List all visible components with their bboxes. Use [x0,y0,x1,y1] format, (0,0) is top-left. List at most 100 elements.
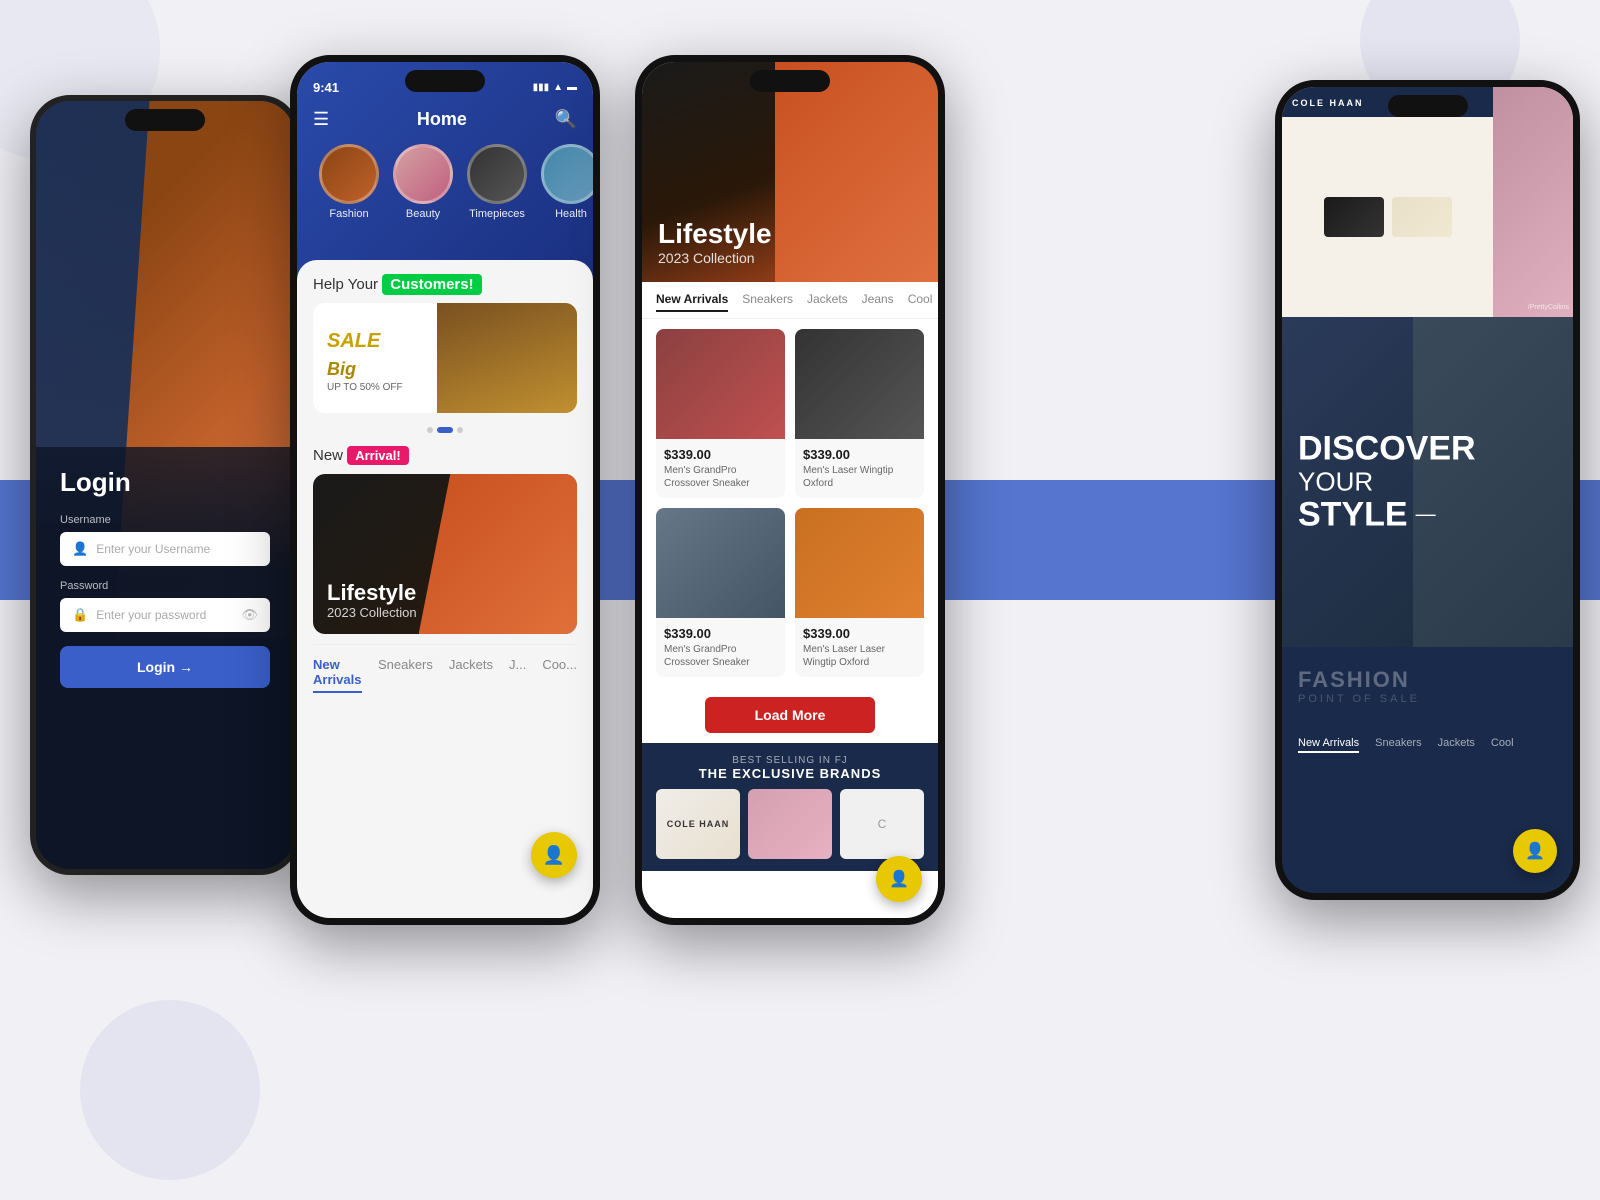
phone4-fab[interactable]: 👤 [1513,829,1557,873]
cole-haan-label: COLE HAAN [667,819,730,829]
product-img-watch [795,329,924,439]
fashion-pos-section: FASHION POINT OF SALE [1282,647,1573,725]
black-shoe [1324,197,1384,237]
shop-tab-new-arrivals[interactable]: New Arrivals [656,292,728,312]
product-name-4: Men's Laser Laser Wingtip Oxford [803,643,916,669]
carousel-dots [313,427,577,433]
p4-tab-sneakers[interactable]: Sneakers [1375,737,1421,753]
shoes-display [1282,117,1493,317]
p4-tab-cool[interactable]: Cool [1491,737,1514,753]
lifestyle-banner[interactable]: Lifestyle 2023 Collection [313,474,577,634]
load-more-button[interactable]: Load More [705,697,876,733]
home-header: 9:41 ▮▮▮ ▲ ▬ ☰ Home 🔍 Fashion [297,62,593,280]
discover-dash: — [1416,503,1436,526]
shop-tab-cool[interactable]: Cool [908,292,933,312]
arrival-tag: Arrival! [347,446,409,465]
wifi-icon: ▲ [553,82,563,93]
cole-haan-banner: COLE HAAN /PrettyCollins [1282,87,1573,317]
tab-sneakers[interactable]: Sneakers [378,657,433,693]
product-img-sunglasses [656,508,785,618]
health-avatar [541,144,593,204]
fashion-avatar [319,144,379,204]
password-label: Password [60,580,270,592]
fab4-icon: 👤 [1525,841,1545,861]
timepieces-avatar [467,144,527,204]
fab-icon: 👤 [543,845,565,866]
dot-2[interactable] [437,427,453,433]
product-card-4[interactable]: $339.00 Men's Laser Laser Wingtip Oxford [795,508,924,677]
product-name-1: Men's GrandPro Crossover Sneaker [664,464,777,490]
product-card-2[interactable]: $339.00 Men's Laser Wingtip Oxford [795,329,924,498]
p4-tab-new-arrivals[interactable]: New Arrivals [1298,737,1359,753]
discover-line2: YOUR [1298,468,1476,497]
phone3-shop: Lifestyle 2023 Collection New Arrivals S… [635,55,945,925]
product-info-2: $339.00 Men's Laser Wingtip Oxford [795,439,924,498]
category-health[interactable]: Health [541,144,593,220]
product-price-1: $339.00 [664,447,777,462]
dot-1[interactable] [427,427,433,433]
home-body: Help Your Customers! SALE Big UP TO 50% … [297,260,593,717]
tab-jeans[interactable]: J... [509,657,526,693]
username-input[interactable]: Enter your Username [96,542,258,556]
right-col-image: /PrettyCollins [1493,87,1573,317]
lifestyle-image [419,474,577,634]
load-more-wrap: Load More [642,687,938,743]
tab-cool[interactable]: Coo... [542,657,577,693]
password-input-wrap[interactable]: 🔒 Enter your password 👁 [60,598,270,632]
category-timepieces[interactable]: Timepieces [467,144,527,220]
pos-subtitle: POINT OF SALE [1298,693,1557,705]
product-card-1[interactable]: $339.00 Men's GrandPro Crossover Sneaker [656,329,785,498]
sale-banner[interactable]: SALE Big UP TO 50% OFF [313,303,577,413]
brand-more[interactable]: C [840,789,924,859]
pretty-collins-label: /PrettyCollins [1528,304,1569,311]
phone2-home: 9:41 ▮▮▮ ▲ ▬ ☰ Home 🔍 Fashion [290,55,600,925]
product-card-3[interactable]: $339.00 Men's GrandPro Crossover Sneaker [656,508,785,677]
health-label: Health [555,208,587,220]
brand-more-label: C [878,817,887,831]
phone1-login: Login Username 👤 Enter your Username Pas… [30,95,300,875]
brands-section: Best Selling in FJ The Exclusive Brands … [642,743,938,871]
product-img-hoodie2 [795,508,924,618]
brand-pretty[interactable] [748,789,832,859]
fab-button[interactable]: 👤 [531,832,577,878]
phone1-notch [125,109,205,131]
product-info-4: $339.00 Men's Laser Laser Wingtip Oxford [795,618,924,677]
fashion-label: Fashion [329,208,368,220]
bg-decoration-bl [80,1000,260,1180]
status-time: 9:41 [313,80,339,95]
menu-icon[interactable]: ☰ [313,109,329,130]
product-info-3: $339.00 Men's GrandPro Crossover Sneaker [656,618,785,677]
tab-new-arrivals[interactable]: New Arrivals [313,657,362,693]
battery-icon: ▬ [567,82,577,93]
phone4-tabs: New Arrivals Sneakers Jackets Cool [1282,725,1573,753]
shop-hero: Lifestyle 2023 Collection [642,62,938,282]
search-icon[interactable]: 🔍 [555,109,577,130]
discover-line1: DISCOVER [1298,430,1476,467]
timepieces-label: Timepieces [469,208,525,220]
shop-tab-sneakers[interactable]: Sneakers [742,292,793,312]
brands-subtitle: Best Selling in FJ [656,755,924,766]
username-label: Username [60,514,270,526]
dot-3[interactable] [457,427,463,433]
sale-text-area: SALE Big UP TO 50% OFF [313,303,437,413]
username-input-wrap[interactable]: 👤 Enter your Username [60,532,270,566]
login-button[interactable]: Login → [60,646,270,688]
category-fashion[interactable]: Fashion [319,144,379,220]
p4-tab-jackets[interactable]: Jackets [1438,737,1475,753]
shoe-section: COLE HAAN [1282,87,1493,317]
lifestyle-title: Lifestyle [327,581,417,605]
category-beauty[interactable]: Beauty [393,144,453,220]
tab-jackets[interactable]: Jackets [449,657,493,693]
nav-title: Home [417,109,467,130]
discover-section: DISCOVER YOUR STYLE — [1282,317,1573,647]
discover-line3-row: STYLE — [1298,496,1476,533]
password-input[interactable]: Enter your password [96,608,241,622]
phone3-notch [750,70,830,92]
shop-tab-jackets[interactable]: Jackets [807,292,848,312]
lifestyle-subtitle: 2023 Collection [327,605,417,620]
product-img-hoodie [656,329,785,439]
hero-text: Lifestyle 2023 Collection [658,219,772,266]
shop-tab-jeans[interactable]: Jeans [862,292,894,312]
phone3-fab[interactable]: 👤 [876,856,922,902]
brand-cole-haan[interactable]: COLE HAAN [656,789,740,859]
